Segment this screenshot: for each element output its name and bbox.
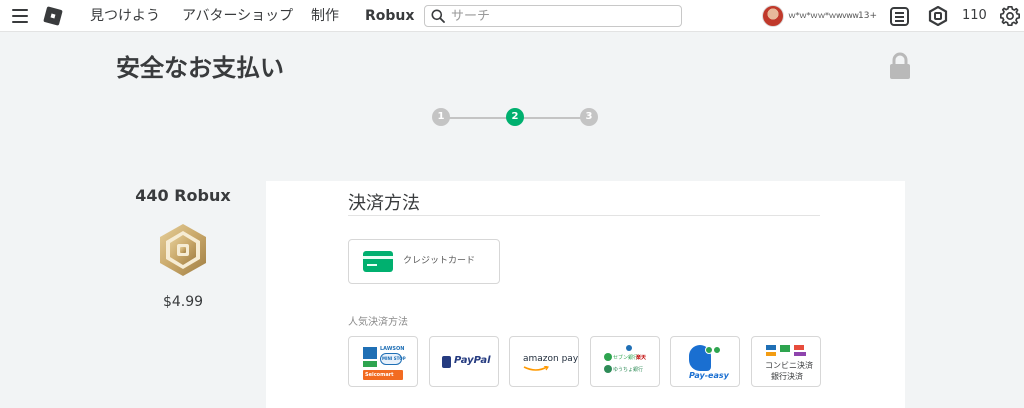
amazon-pay-payment-button[interactable]: amazon pay [509, 336, 579, 387]
stepper-line [449, 117, 507, 119]
robux-balance[interactable]: 110 [962, 0, 987, 32]
familymart-logo-icon [363, 361, 377, 367]
username[interactable]: ｗ*ｗ*ｗｗ*ｗwvww [788, 0, 859, 32]
stepper-step-1: 1 [432, 108, 450, 126]
store-logo-icon [794, 345, 804, 350]
bank-transfer-label: 銀行決済 [771, 372, 803, 381]
robux-product-icon [160, 224, 206, 276]
product-price: $4.99 [162, 294, 204, 310]
paypal-label: PayPal [454, 355, 491, 366]
bank-logo-icon [626, 345, 632, 351]
nav-create[interactable]: 制作 [311, 0, 339, 32]
menu-icon[interactable] [12, 9, 28, 23]
convenience-store-payment-button[interactable]: LAWSON MINI STOP Seicomart [348, 336, 418, 387]
seven-bank-logo-icon [604, 353, 612, 361]
gear-icon[interactable] [999, 5, 1021, 27]
konbini-bank-payment-button[interactable]: コンビニ決済 銀行決済 [751, 336, 821, 387]
product-name: 440 Robux [135, 186, 231, 205]
divider [348, 215, 820, 216]
amazon-smile-icon [523, 366, 549, 371]
avatar[interactable] [762, 5, 784, 27]
stepper-line [523, 117, 581, 119]
bank-payment-button[interactable]: セブン銀行 楽天 ゆうちょ銀行 [590, 336, 660, 387]
lawson-label: LAWSON [380, 346, 405, 352]
credit-card-icon [363, 251, 393, 272]
search-box[interactable] [424, 5, 682, 27]
payment-method-title: 決済方法 [348, 193, 420, 214]
page-title: 安全なお支払い [116, 54, 284, 82]
rakuten-label: 楽天 [636, 355, 647, 361]
pay-easy-dot-icon [713, 346, 721, 354]
nav-discover[interactable]: 見つけよう [90, 0, 160, 32]
seven-bank-label: セブン銀行 [613, 355, 639, 361]
pay-easy-dot-icon [705, 346, 713, 354]
lock-icon [890, 52, 910, 79]
seicomart-label: Seicomart [365, 372, 394, 378]
konbini-label: コンビニ決済 [765, 361, 813, 370]
store-logo-icon [794, 352, 806, 356]
ministop-label: MINI STOP [382, 356, 406, 361]
payment-method-panel: 決済方法 クレジットカード 人気決済方法 LAWSON MINI STOP Se… [266, 181, 905, 408]
credit-card-button[interactable]: クレジットカード [348, 239, 500, 284]
pay-easy-payment-button[interactable]: Pay-easy [670, 336, 740, 387]
nav-avatar-shop[interactable]: アバターショップ [182, 0, 293, 32]
popular-methods-label: 人気決済方法 [348, 317, 408, 328]
chat-icon[interactable] [890, 7, 909, 26]
robux-icon[interactable] [928, 6, 948, 26]
credit-card-label: クレジットカード [403, 256, 476, 266]
lawson-logo-icon [363, 347, 377, 359]
yucho-logo-icon [604, 365, 612, 373]
store-logo-icon [780, 345, 790, 352]
age-badge: 13+ [858, 11, 877, 21]
stepper-step-2: 2 [506, 108, 524, 126]
amazon-pay-label: amazon pay [523, 354, 579, 364]
pay-easy-label: Pay-easy [689, 371, 729, 380]
search-input[interactable] [451, 7, 671, 25]
paypal-logo-icon [442, 356, 451, 368]
nav-robux[interactable]: Robux [365, 0, 414, 32]
top-navigation-bar: 見つけよう アバターショップ 制作 Robux ｗ*ｗ*ｗｗ*ｗwvww 13+… [0, 0, 1024, 32]
store-logo-icon [766, 352, 776, 356]
stepper-step-3: 3 [580, 108, 598, 126]
paypal-payment-button[interactable]: PayPal [429, 336, 499, 387]
search-icon [431, 9, 445, 23]
store-logo-icon [766, 345, 776, 350]
yucho-label: ゆうちょ銀行 [613, 367, 644, 373]
roblox-logo-icon[interactable] [43, 6, 63, 26]
